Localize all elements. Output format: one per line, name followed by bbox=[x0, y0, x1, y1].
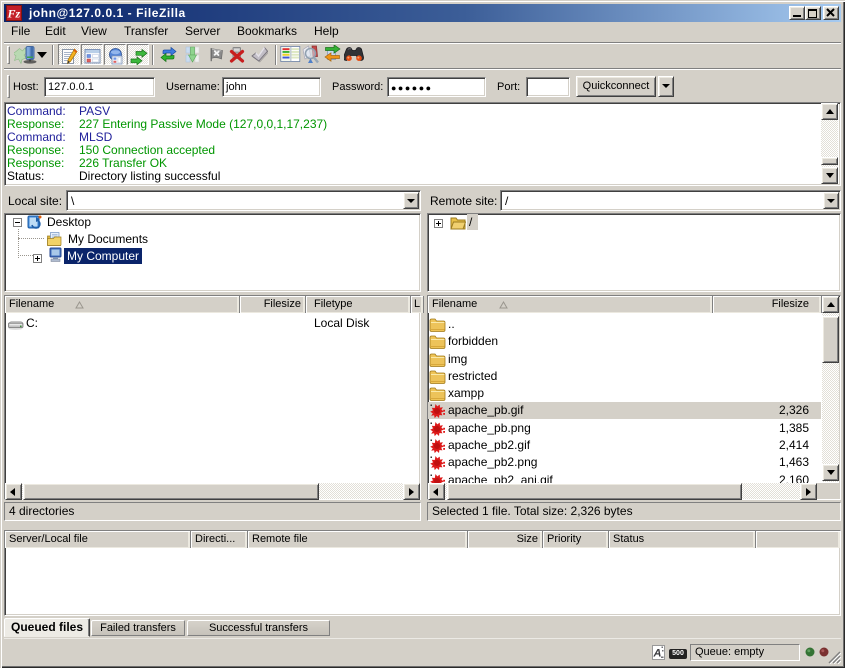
svg-text:A: A bbox=[653, 648, 662, 660]
svg-text:Fz: Fz bbox=[7, 7, 21, 21]
